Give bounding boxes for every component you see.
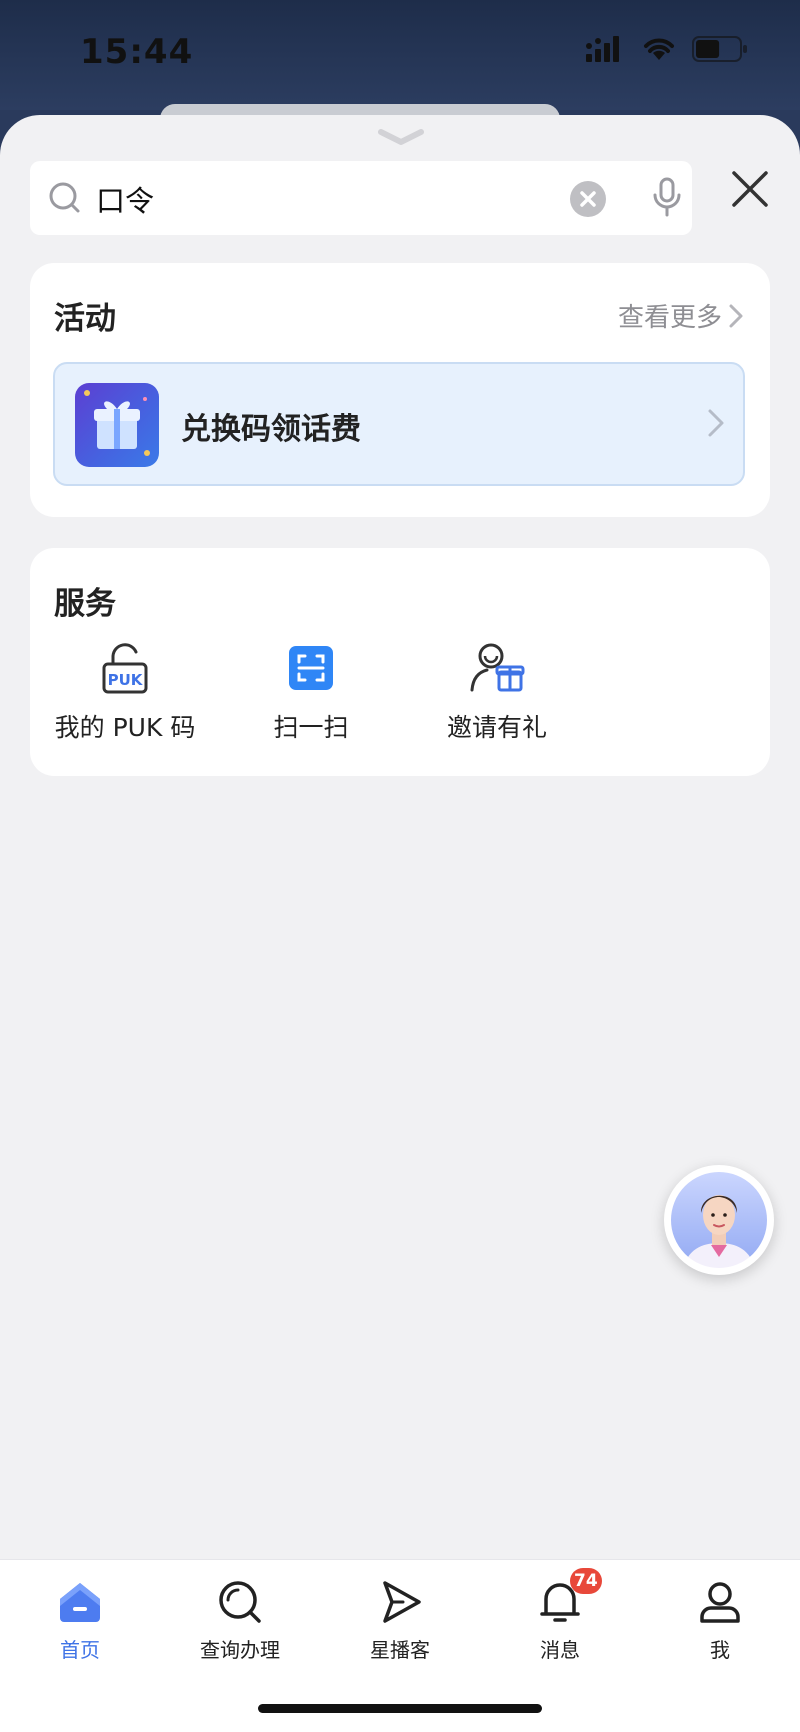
- gift-icon: [75, 383, 159, 467]
- promo-redeem-code[interactable]: 兑换码领话费: [53, 362, 745, 486]
- search-input[interactable]: [94, 169, 578, 229]
- tab-home[interactable]: 首页: [20, 1576, 140, 1663]
- services-card: 服务 PUK 我的 PUK 码 扫一扫 邀请有礼: [30, 548, 770, 776]
- search-icon: [49, 182, 80, 213]
- activity-card: 活动 查看更多 兑换码领话费: [30, 263, 770, 517]
- scan-icon: [289, 646, 333, 690]
- assistant-avatar-button[interactable]: [664, 1165, 774, 1275]
- services-title: 服务: [54, 586, 116, 622]
- unread-badge: 74: [570, 1568, 602, 1594]
- see-more-link[interactable]: 查看更多: [618, 297, 744, 334]
- services-grid: PUK 我的 PUK 码 扫一扫 邀请有礼: [30, 638, 770, 758]
- tab-label: 查询办理: [200, 1638, 280, 1662]
- home-icon: [60, 1583, 100, 1622]
- mic-icon[interactable]: [650, 177, 684, 219]
- tab-query[interactable]: 查询办理: [180, 1576, 300, 1663]
- service-item-scan[interactable]: 扫一扫: [216, 638, 406, 744]
- assistant-avatar: [667, 1168, 771, 1272]
- sheet-collapse-handle-icon[interactable]: [378, 127, 424, 147]
- clear-search-button[interactable]: [570, 181, 606, 217]
- svg-text:PUK: PUK: [108, 671, 144, 689]
- send-icon: [383, 1581, 421, 1623]
- service-label: 我的 PUK 码: [54, 713, 196, 742]
- home-indicator: [258, 1704, 542, 1713]
- status-icons: [586, 36, 748, 62]
- activity-title: 活动: [54, 301, 116, 337]
- tab-label: 星播客: [370, 1638, 430, 1662]
- service-item-puk[interactable]: PUK 我的 PUK 码: [30, 638, 220, 744]
- see-more-label: 查看更多: [617, 303, 722, 333]
- chevron-right-icon: [729, 304, 743, 327]
- puk-lock-icon: PUK: [102, 643, 148, 694]
- service-label: 邀请有礼: [446, 713, 547, 742]
- promo-label: 兑换码领话费: [181, 412, 361, 447]
- bottom-tab-bar: 首页 查询办理 星播客 74 消息 我: [0, 1559, 800, 1732]
- tab-label: 我: [710, 1638, 730, 1662]
- tab-xingboke[interactable]: 星播客: [340, 1576, 460, 1663]
- cellular-signal-icon: [586, 36, 619, 62]
- tab-label: 消息: [540, 1638, 580, 1662]
- wifi-icon: [644, 38, 674, 60]
- query-icon: [219, 1581, 261, 1623]
- search-box[interactable]: [30, 161, 692, 235]
- profile-icon: [700, 1582, 740, 1623]
- chevron-right-icon: [708, 409, 724, 437]
- tab-messages[interactable]: 74 消息: [500, 1568, 620, 1663]
- status-bar: 15:44: [0, 0, 800, 110]
- battery-icon: [692, 36, 747, 62]
- clear-icon: [580, 191, 596, 207]
- search-sheet: 活动 查看更多 兑换码领话费: [0, 115, 800, 1731]
- tab-me[interactable]: 我: [660, 1576, 780, 1663]
- tab-label: 首页: [60, 1638, 100, 1662]
- close-icon[interactable]: [726, 165, 774, 213]
- service-item-invite[interactable]: 邀请有礼: [402, 638, 592, 744]
- invite-gift-icon: [470, 643, 525, 692]
- service-label: 扫一扫: [273, 713, 349, 742]
- status-time: 15:44: [80, 32, 194, 72]
